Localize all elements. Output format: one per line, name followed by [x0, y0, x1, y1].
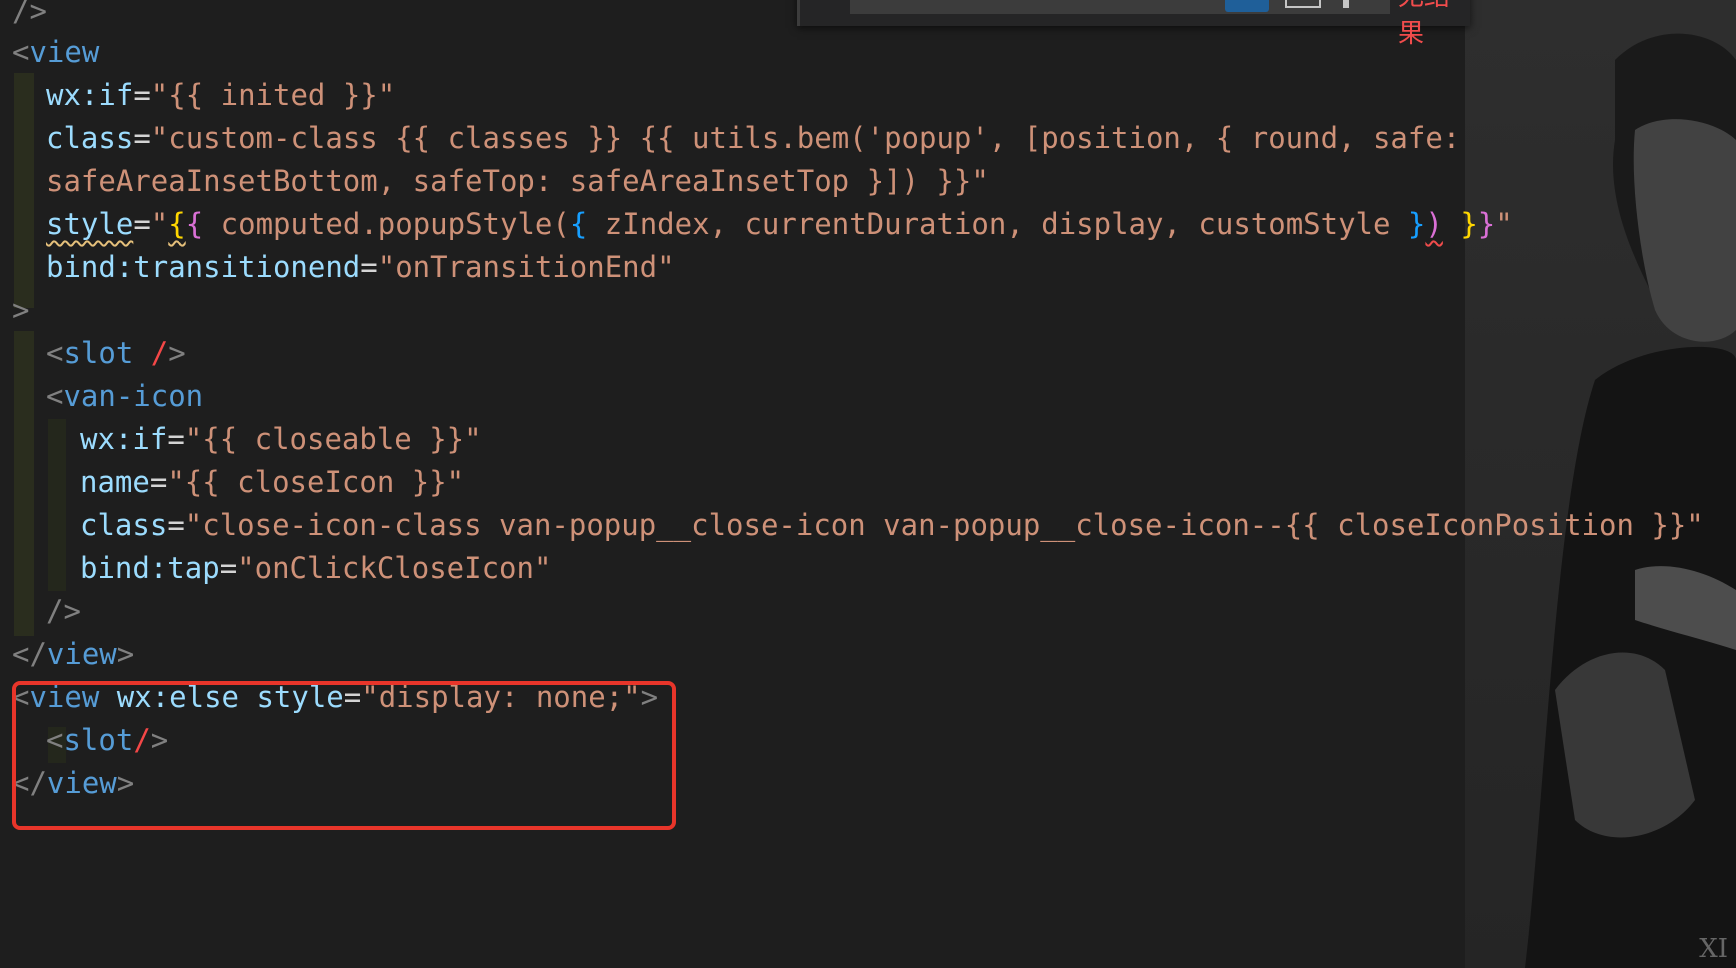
code-line: <view [12, 35, 100, 69]
code-line: bind:transitionend="onTransitionEnd" [46, 250, 675, 284]
indent-guide [48, 419, 66, 591]
code-editor[interactable]: XI 无结果 /> <view wx:if="{{ inited }}" cla… [0, 0, 1736, 968]
code-line: wx:if="{{ closeable }}" [80, 422, 482, 456]
code-line: style="{{ computed.popupStyle({ zIndex, … [46, 207, 1513, 241]
code-line: </view> [12, 637, 135, 671]
code-line: <van-icon [46, 379, 204, 413]
find-option-toggle[interactable] [1225, 0, 1269, 12]
code-line: bind:tap="onClickCloseIcon" [80, 551, 552, 585]
find-cursor-icon [1343, 0, 1349, 8]
code-line: <slot /> [46, 336, 186, 370]
indent-guide [14, 73, 34, 308]
code-line: /> [46, 594, 81, 628]
find-result-text: 无结果 [1398, 0, 1450, 49]
watermark-text: XI [1699, 934, 1728, 964]
background-photo: XI [1465, 0, 1736, 968]
code-line: name="{{ closeIcon }}" [80, 465, 465, 499]
code-line: /> [12, 0, 47, 28]
code-line: class="custom-class {{ classes }} {{ uti… [46, 121, 1461, 155]
code-line: wx:if="{{ inited }}" [46, 78, 396, 112]
annotation-highlight-box [12, 681, 676, 830]
find-widget[interactable]: 无结果 [797, 0, 1470, 49]
indent-guide [14, 331, 34, 636]
code-line: class="close-icon-class van-popup__close… [80, 508, 1704, 542]
find-in-selection-icon[interactable] [1285, 0, 1321, 8]
code-line: > [12, 293, 30, 327]
code-line: safeAreaInsetBottom, safeTop: safeAreaIn… [46, 164, 989, 198]
